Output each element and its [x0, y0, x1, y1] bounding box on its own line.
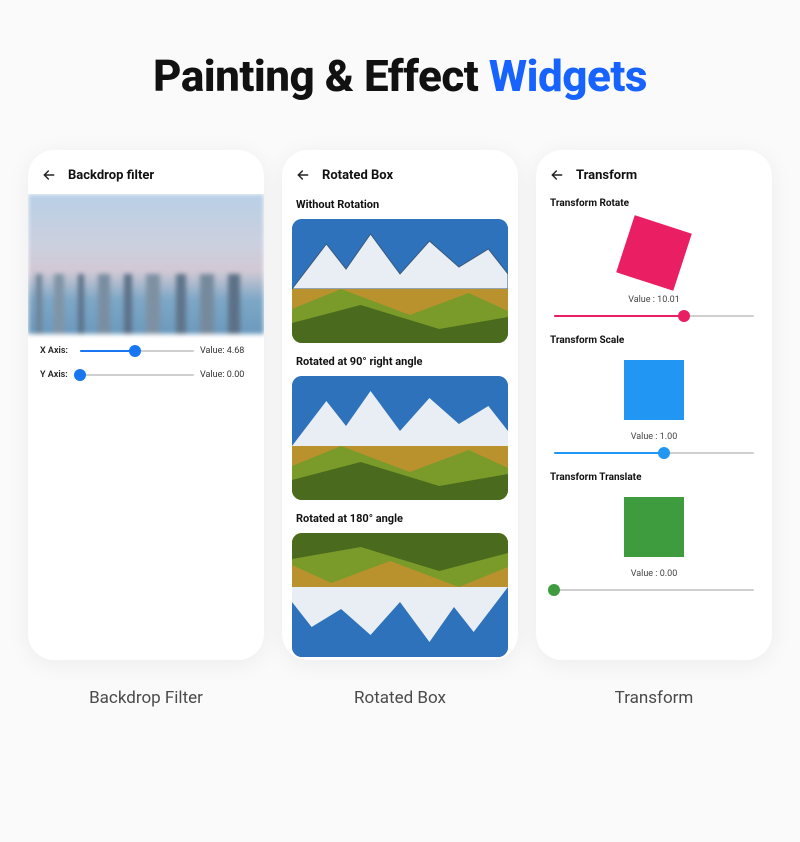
rotate-value: Value : 10.01	[536, 295, 772, 309]
x-axis-row: X Axis: Value: 4.68	[28, 334, 264, 358]
x-axis-slider[interactable]	[80, 344, 194, 358]
scale-value: Value : 1.00	[536, 432, 772, 446]
rotate-square	[616, 215, 692, 291]
caption-rotated-box: Rotated Box	[354, 688, 446, 708]
back-arrow-icon[interactable]	[294, 166, 312, 184]
y-axis-value: Value: 0.00	[200, 370, 252, 380]
phones-row: Backdrop filter X Axis: Value: 4.68 Y Ax…	[28, 150, 772, 708]
caption-transform: Transform	[615, 688, 694, 708]
rotate-slider[interactable]	[554, 309, 754, 323]
city-skyline-image	[28, 194, 264, 334]
appbar-backdrop: Backdrop filter	[28, 150, 264, 194]
back-arrow-icon[interactable]	[40, 166, 58, 184]
scale-canvas	[536, 348, 772, 432]
mountain-image-0deg	[292, 219, 508, 343]
back-arrow-icon[interactable]	[548, 166, 566, 184]
phone-rotated-box: Rotated Box Without Rotation Rotated at …	[282, 150, 518, 660]
x-axis-label: X Axis:	[40, 346, 74, 356]
label-transform-rotate: Transform Rotate	[536, 194, 772, 211]
scale-square	[624, 360, 684, 420]
page-title: Painting & Effect Widgets	[28, 50, 772, 102]
mountain-image-180deg	[292, 533, 508, 657]
translate-square	[624, 497, 684, 557]
mountain-image-90deg	[292, 376, 508, 500]
label-rotated-180: Rotated at 180° angle	[282, 508, 518, 533]
label-rotated-90: Rotated at 90° right angle	[282, 351, 518, 376]
scale-slider[interactable]	[554, 446, 754, 460]
y-axis-row: Y Axis: Value: 0.00	[28, 358, 264, 382]
appbar-title: Rotated Box	[322, 168, 393, 183]
page-title-main: Painting & Effect	[153, 50, 489, 102]
translate-slider[interactable]	[554, 583, 754, 597]
phone-backdrop-filter: Backdrop filter X Axis: Value: 4.68 Y Ax…	[28, 150, 264, 660]
translate-canvas	[536, 485, 772, 569]
appbar-transform: Transform	[536, 150, 772, 194]
label-transform-translate: Transform Translate	[536, 468, 772, 485]
appbar-rotated: Rotated Box	[282, 150, 518, 194]
y-axis-slider[interactable]	[80, 368, 194, 382]
x-axis-value: Value: 4.68	[200, 346, 252, 356]
appbar-title: Transform	[576, 168, 637, 183]
rotate-canvas	[536, 211, 772, 295]
phone-transform: Transform Transform Rotate Value : 10.01…	[536, 150, 772, 660]
page-title-accent: Widgets	[489, 50, 647, 102]
appbar-title: Backdrop filter	[68, 168, 154, 183]
caption-backdrop-filter: Backdrop Filter	[89, 688, 203, 708]
label-without-rotation: Without Rotation	[282, 194, 518, 219]
y-axis-label: Y Axis:	[40, 370, 74, 380]
label-transform-scale: Transform Scale	[536, 331, 772, 348]
translate-value: Value : 0.00	[536, 569, 772, 583]
